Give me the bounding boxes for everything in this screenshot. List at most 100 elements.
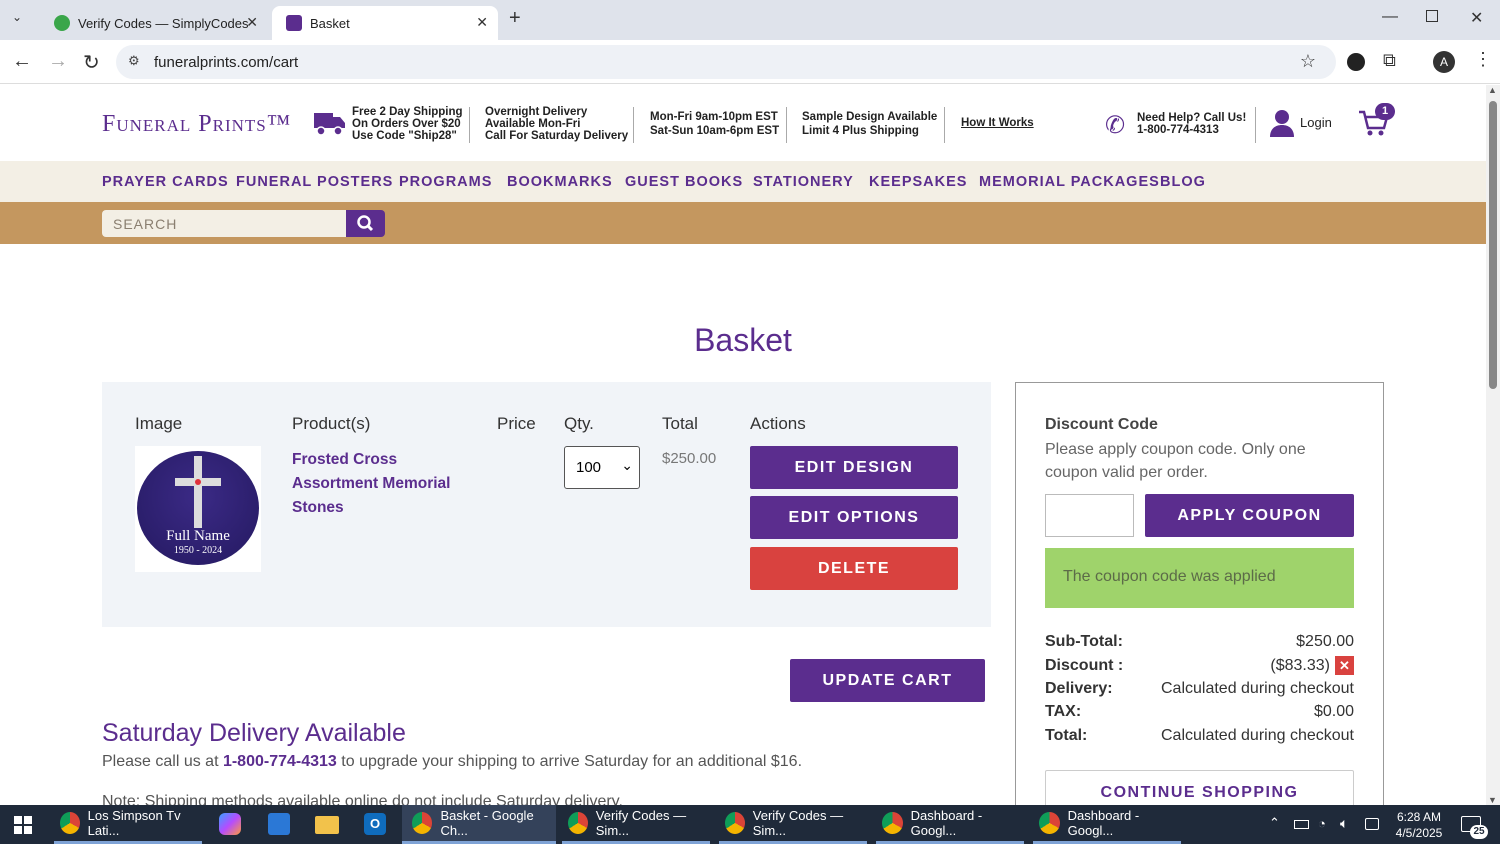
info-line: Free 2 Day Shipping	[352, 106, 463, 118]
address-bar[interactable]: ⚙ funeralprints.com/cart ☆	[116, 45, 1336, 79]
nav-blog[interactable]: BLOG	[1160, 174, 1206, 190]
sample-design-info: Sample Design Available Limit 4 Plus Shi…	[802, 110, 937, 138]
product-thumbnail[interactable]: Full Name 1950 - 2024	[135, 446, 261, 572]
edit-design-button[interactable]: EDIT DESIGN	[750, 446, 958, 489]
delivery-row: Delivery: Calculated during checkout	[1045, 680, 1354, 698]
hours-info: Mon-Fri 9am-10pm EST Sat-Sun 10am-6pm ES…	[650, 110, 779, 138]
nav-stationery[interactable]: STATIONERY	[753, 174, 854, 190]
search-button[interactable]	[346, 210, 385, 237]
info-line: Limit 4 Plus Shipping	[802, 125, 919, 137]
taskbar-app-chrome-verify-1[interactable]: Verify Codes — Sim...	[562, 805, 710, 844]
notification-count-badge: 25	[1470, 825, 1488, 839]
info-line: Sat-Sun 10am-6pm EST	[650, 125, 780, 137]
row-label: Sub-Total:	[1045, 633, 1123, 650]
product-name-link[interactable]: Frosted Cross Assortment Memorial Stones	[292, 448, 482, 520]
tab-basket[interactable]: Basket ✕	[272, 6, 498, 40]
discount-row: Discount : ($83.33) ✕	[1045, 656, 1354, 675]
taskbar-app-chrome-simpsons[interactable]: Los Simpson Tv Lati...	[54, 805, 202, 844]
tab-title: Basket	[310, 15, 350, 31]
nav-keepsakes[interactable]: KEEPSAKES	[869, 174, 967, 190]
update-cart-button[interactable]: UPDATE CART	[790, 659, 985, 702]
file-explorer-icon[interactable]	[315, 816, 339, 834]
taskbar-app-label: Verify Codes — Sim...	[752, 808, 844, 838]
page-title: Basket	[694, 322, 792, 358]
clock[interactable]: 6:28 AM 4/5/2025	[1388, 809, 1450, 841]
delete-button[interactable]: DELETE	[750, 547, 958, 590]
store-icon[interactable]	[268, 813, 290, 835]
clock-date: 4/5/2025	[1395, 826, 1443, 840]
scrollbar-thumb[interactable]	[1489, 101, 1497, 389]
nav-programs[interactable]: PROGRAMS	[399, 174, 492, 190]
divider	[1255, 107, 1256, 143]
edit-options-button[interactable]: EDIT OPTIONS	[750, 496, 958, 539]
saturday-delivery-heading: Saturday Delivery Available	[102, 719, 406, 747]
user-icon[interactable]	[1270, 109, 1294, 142]
how-it-works-link[interactable]: How It Works	[961, 117, 1034, 129]
site-info-icon[interactable]: ⚙	[128, 53, 140, 69]
search-input[interactable]: SEARCH	[102, 210, 347, 237]
row-value: ($83.33)	[1270, 657, 1330, 674]
overnight-delivery-info: Overnight Delivery Available Mon-Fri Cal…	[485, 106, 628, 142]
coupon-input[interactable]	[1045, 494, 1134, 537]
volume-icon[interactable]: 🔈︎	[1340, 815, 1348, 832]
clock-time: 6:28 AM	[1396, 810, 1442, 824]
divider	[786, 107, 787, 143]
bookmark-star-icon[interactable]: ☆	[1300, 51, 1316, 72]
row-value: Calculated during checkout	[1160, 727, 1354, 744]
browser-menu-icon[interactable]: ⋮	[1474, 49, 1492, 70]
extensions-puzzle-icon[interactable]: ⧉	[1383, 50, 1396, 71]
scroll-up-icon[interactable]: ▲	[1488, 85, 1497, 95]
taskbar-app-label: Verify Codes — Sim...	[595, 808, 687, 838]
nav-prayer-cards[interactable]: PRAYER CARDS	[102, 174, 229, 190]
profile-avatar[interactable]: A	[1433, 51, 1455, 73]
battery-icon[interactable]	[1294, 820, 1309, 829]
phone-link[interactable]: 1-800-774-4313	[223, 753, 337, 770]
taskbar-app-chrome-verify-2[interactable]: Verify Codes — Sim...	[719, 805, 867, 844]
help-phone-info[interactable]: Need Help? Call Us! 1-800-774-4313	[1137, 112, 1246, 136]
windows-taskbar: Los Simpson Tv Lati... O Basket - Google…	[0, 805, 1500, 844]
minimize-icon[interactable]: —	[1382, 8, 1398, 26]
chrome-icon	[568, 812, 588, 834]
nav-guest-books[interactable]: GUEST BOOKS	[625, 174, 743, 190]
quantity-select[interactable]: 100 ⌄	[564, 446, 640, 489]
simplycodes-favicon-icon	[54, 15, 70, 31]
site-logo[interactable]: Funeral Prints™	[102, 111, 291, 138]
close-tab-icon[interactable]: ✕	[476, 14, 488, 31]
back-icon[interactable]: ←	[12, 50, 32, 73]
tab-verify-codes[interactable]: Verify Codes — SimplyCodes ✕	[40, 6, 268, 40]
divider	[633, 107, 634, 143]
new-tab-icon[interactable]: +	[509, 7, 521, 30]
restore-icon[interactable]	[1426, 10, 1438, 22]
close-window-icon[interactable]: ✕	[1470, 8, 1483, 28]
tray-chevron-up-icon[interactable]: ⌃	[1269, 815, 1280, 831]
close-tab-icon[interactable]: ✕	[246, 14, 258, 31]
column-header-qty: Qty.	[564, 414, 594, 433]
nav-memorial-packages[interactable]: MEMORIAL PACKAGES	[979, 174, 1160, 190]
row-value: $0.00	[1313, 703, 1354, 720]
taskbar-app-chrome-dashboard-1[interactable]: Dashboard - Googl...	[876, 805, 1024, 844]
reload-icon[interactable]: ↻	[83, 50, 100, 75]
start-button-icon[interactable]	[14, 816, 32, 839]
copilot-icon[interactable]	[219, 813, 241, 835]
meet-now-icon[interactable]	[1365, 818, 1379, 830]
nav-bookmarks[interactable]: BOOKMARKS	[507, 174, 613, 190]
remove-discount-icon[interactable]: ✕	[1335, 656, 1354, 675]
nav-funeral-posters[interactable]: FUNERAL POSTERS	[236, 174, 393, 190]
outlook-icon[interactable]: O	[364, 813, 386, 835]
quantity-value: 100	[576, 459, 602, 476]
taskbar-app-chrome-dashboard-2[interactable]: Dashboard - Googl...	[1033, 805, 1181, 844]
taskbar-app-chrome-basket[interactable]: Basket - Google Ch...	[402, 805, 556, 844]
network-icon[interactable]: ◔	[1318, 816, 1326, 831]
login-link[interactable]: Login	[1300, 116, 1332, 129]
info-line: Use Code "Ship28"	[352, 130, 457, 142]
browser-toolbar: ← → ↻ ⚙ funeralprints.com/cart ☆ ⧉ A ⋮	[0, 40, 1500, 84]
scroll-down-icon[interactable]: ▼	[1488, 795, 1497, 805]
browser-tab-bar: ⌄ Verify Codes — SimplyCodes ✕ Basket ✕ …	[0, 0, 1500, 40]
page-scrollbar[interactable]: ▲ ▼	[1486, 85, 1500, 805]
apply-coupon-button[interactable]: APPLY COUPON	[1145, 494, 1354, 537]
tab-search-dropdown-icon[interactable]: ⌄	[12, 10, 22, 24]
tab-title: Verify Codes — SimplyCodes	[78, 15, 249, 31]
forward-icon[interactable]: →	[48, 50, 68, 73]
info-line: Overnight Delivery	[485, 106, 588, 118]
extension-icon[interactable]	[1347, 53, 1365, 71]
